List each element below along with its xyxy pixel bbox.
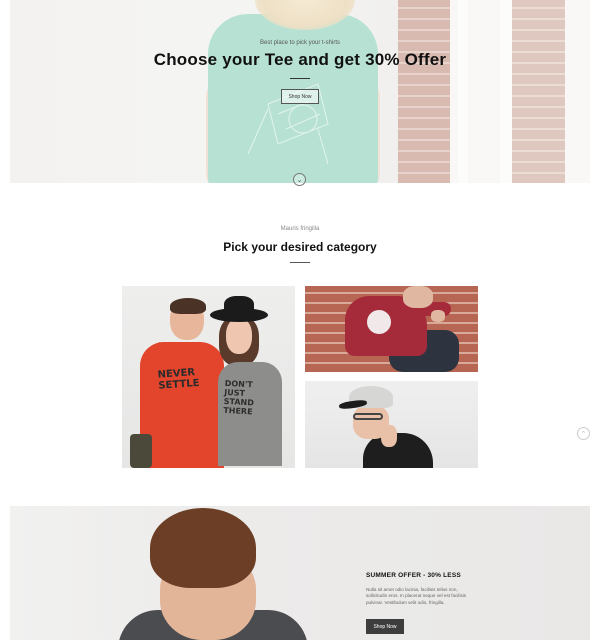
hero-tagline: Best place to pick your t-shirts xyxy=(259,40,341,46)
man-head xyxy=(403,286,433,308)
man-hand xyxy=(381,425,397,447)
woman-hat-brim xyxy=(210,308,268,322)
category-tile-cap[interactable] xyxy=(305,381,478,468)
woman-shirt-print: DON'T JUST STAND THERE xyxy=(223,378,255,417)
man-shirt-print: NEVER SETTLE xyxy=(157,367,200,392)
promo-banner xyxy=(10,506,590,640)
man-hair xyxy=(170,298,206,314)
category-divider xyxy=(290,262,310,263)
category-kicker: Mauris fringilla xyxy=(280,226,320,232)
man-red-tshirt xyxy=(140,342,224,468)
ampersand-print-icon xyxy=(367,310,391,334)
bag xyxy=(130,434,152,468)
promo-shop-now-button[interactable]: Shop Now xyxy=(366,619,404,634)
glasses-icon xyxy=(353,413,383,420)
scroll-down-icon[interactable]: ⌄ xyxy=(293,173,306,186)
hero-title: Choose your Tee and get 30% Offer xyxy=(153,50,447,69)
promo-description: Nulla sit amet odio lacinia, facilisis t… xyxy=(366,587,467,605)
category-title: Pick your desired category xyxy=(223,240,377,254)
category-tile-brick-wall[interactable] xyxy=(305,286,478,372)
promo-model-hair xyxy=(150,508,256,588)
hero-divider xyxy=(290,78,310,79)
promo-title: SUMMER OFFER - 30% LESS xyxy=(366,572,461,579)
category-tile-couple[interactable]: NEVER SETTLE DON'T JUST STAND THERE xyxy=(122,286,295,468)
scroll-to-top-icon[interactable]: ⌃ xyxy=(577,427,590,440)
woman-face xyxy=(226,318,252,354)
man-hand xyxy=(431,310,445,322)
hero-shop-now-button[interactable]: Shop Now xyxy=(281,89,319,104)
